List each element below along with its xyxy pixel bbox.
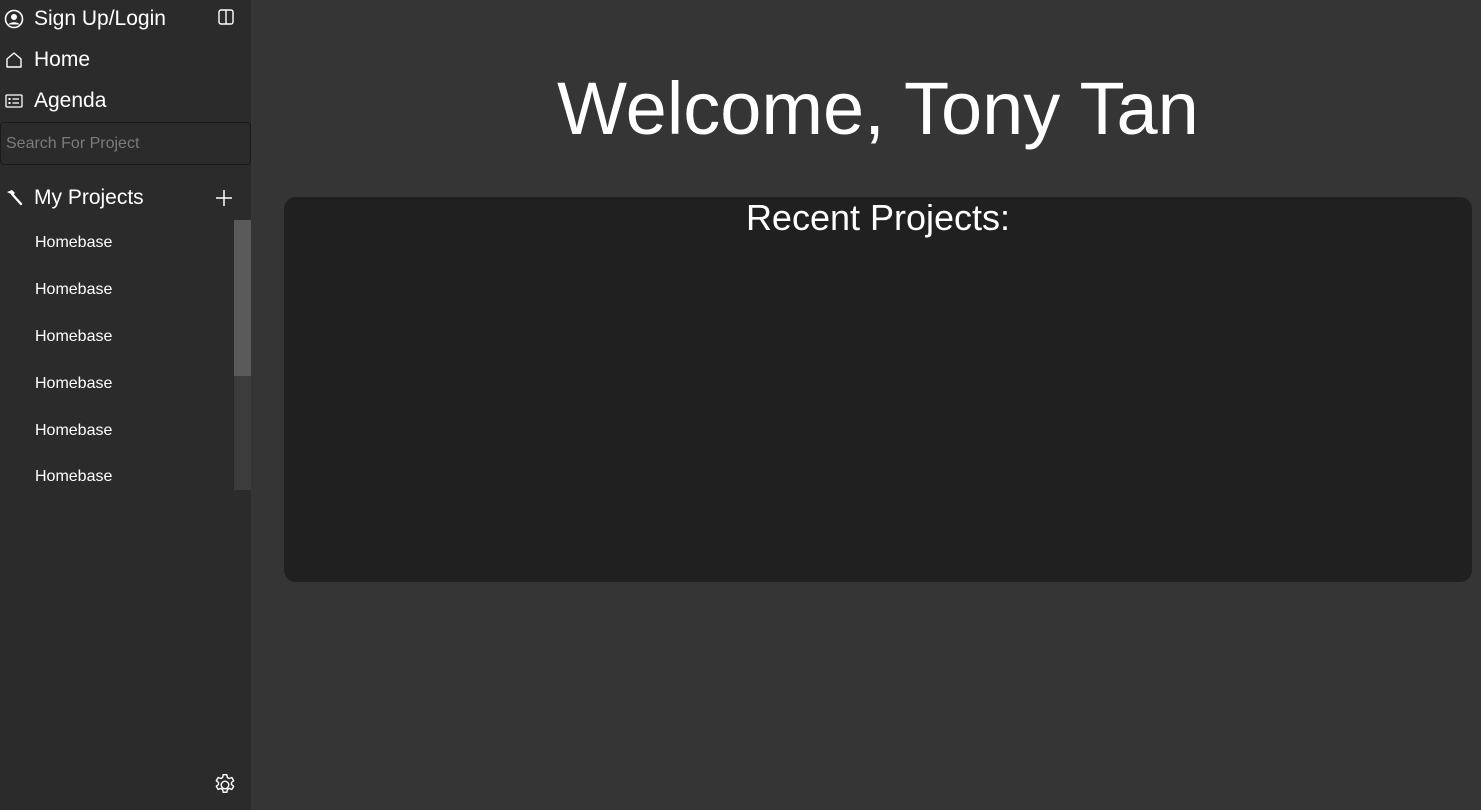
plus-icon: [214, 188, 234, 213]
agenda-label: Agenda: [34, 89, 107, 112]
signup-login-label: Sign Up/Login: [34, 7, 166, 30]
home-icon: [4, 50, 24, 70]
my-projects-label: My Projects: [34, 186, 144, 209]
agenda-list-icon: [4, 91, 24, 111]
agenda-link[interactable]: Agenda: [0, 83, 200, 119]
project-item[interactable]: Homebase: [0, 360, 234, 407]
project-item[interactable]: Homebase: [0, 267, 234, 314]
settings-button[interactable]: [212, 772, 238, 803]
project-list-scrollbar[interactable]: [234, 220, 251, 490]
project-item[interactable]: Homebase: [0, 220, 234, 267]
hammer-icon: [4, 188, 24, 208]
recent-projects-title: Recent Projects:: [745, 197, 1011, 238]
user-circle-icon: [4, 9, 24, 29]
project-item[interactable]: Homebase: [0, 407, 234, 454]
project-item[interactable]: Homebase: [0, 454, 234, 490]
scrollbar-thumb[interactable]: [234, 220, 251, 376]
project-list: Homebase Homebase Homebase Homebase Home…: [0, 220, 234, 490]
sidebar-toggle-icon: [216, 7, 236, 32]
my-projects-header: My Projects: [0, 180, 251, 218]
home-link[interactable]: Home: [0, 42, 200, 78]
add-project-button[interactable]: [212, 188, 236, 212]
recent-projects-panel: Recent Projects:: [284, 197, 1472, 582]
sidebar-collapse-button[interactable]: [214, 8, 238, 30]
gear-icon: [212, 772, 238, 803]
signup-login-link[interactable]: Sign Up/Login: [0, 1, 200, 37]
welcome-heading: Welcome, Tony Tan: [557, 67, 1199, 150]
home-label: Home: [34, 48, 91, 71]
project-search-input[interactable]: [0, 122, 251, 165]
sidebar: Sign Up/Login Home Agenda Search For Pro…: [0, 0, 251, 810]
project-item[interactable]: Homebase: [0, 314, 234, 361]
